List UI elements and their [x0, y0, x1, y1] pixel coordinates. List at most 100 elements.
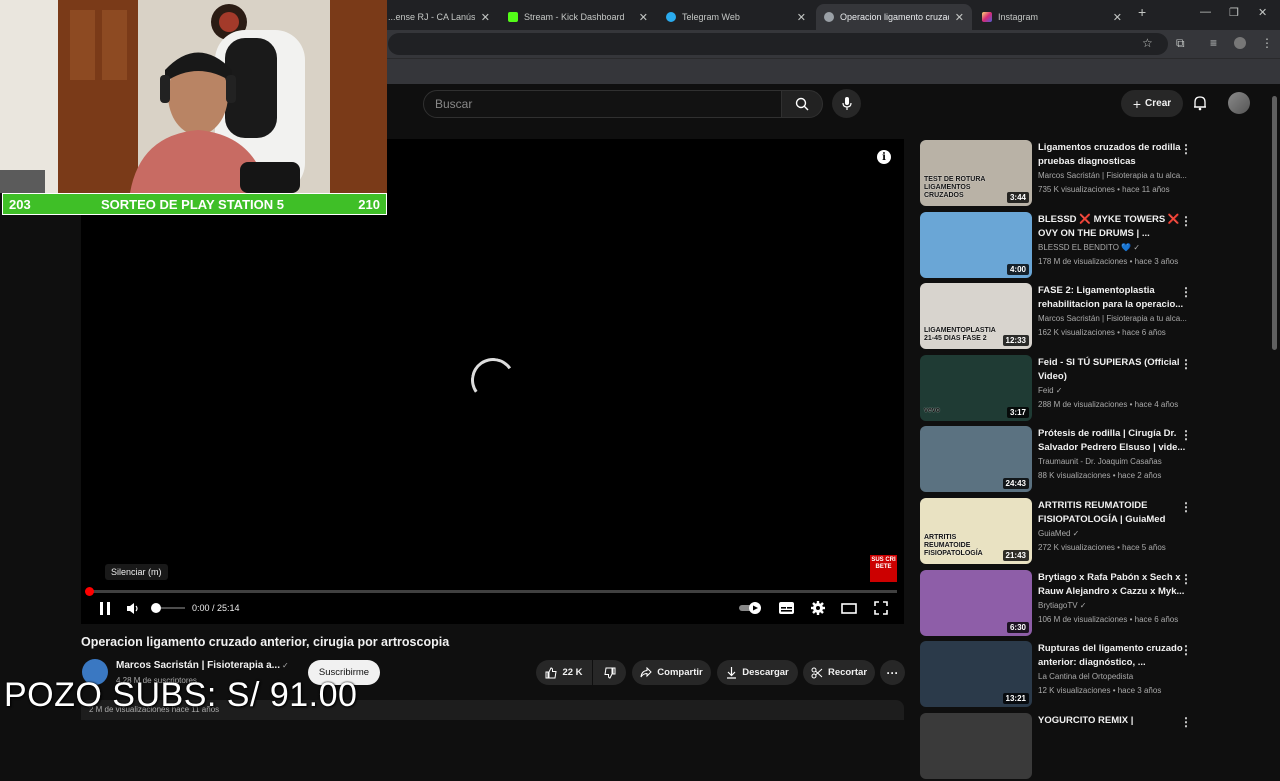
recommendation-channel[interactable]: Marcos Sacristán | Fisioterapia a tu alc… — [1038, 171, 1188, 180]
more-actions-button[interactable]: ··· — [880, 660, 905, 685]
share-button[interactable]: Compartir — [632, 660, 711, 685]
pause-button[interactable] — [96, 599, 114, 617]
raffle-left-number: 203 — [9, 196, 31, 212]
video-thumbnail[interactable]: 4:00 — [920, 212, 1032, 278]
media-controls-icon[interactable]: ≡ — [1210, 36, 1217, 50]
subtitles-button[interactable] — [777, 599, 795, 617]
page-scrollbar[interactable] — [1272, 96, 1277, 350]
recommendation-item[interactable]: 6:30 Brytiago x Rafa Pabón x Sech x Rauw … — [920, 570, 1270, 638]
account-avatar[interactable] — [1228, 92, 1250, 114]
volume-knob[interactable] — [151, 603, 161, 613]
address-bar[interactable] — [388, 33, 1168, 55]
more-vertical-icon[interactable]: ⋮ — [1180, 500, 1192, 514]
more-vertical-icon[interactable]: ⋮ — [1180, 142, 1192, 156]
new-tab-button[interactable]: + — [1138, 4, 1146, 20]
close-tab-icon[interactable]: ✕ — [797, 11, 806, 24]
recommendation-title[interactable]: Prótesis de rodilla | Cirugía Dr. Salvad… — [1038, 427, 1188, 455]
thumbnail-caption: TEST DE ROTURA LIGAMENTOS CRUZADOS — [924, 176, 986, 199]
close-tab-icon[interactable]: ✕ — [481, 11, 490, 24]
more-vertical-icon[interactable]: ⋮ — [1180, 572, 1192, 586]
channel-name[interactable]: Marcos Sacristán | Fisioterapia a... — [116, 660, 280, 671]
recommendation-title[interactable]: BLESSD ❌ MYKE TOWERS ❌ OVY ON THE DRUMS … — [1038, 213, 1188, 241]
recommendation-channel[interactable]: Marcos Sacristán | Fisioterapia a tu alc… — [1038, 314, 1188, 323]
clip-button[interactable]: Recortar — [803, 660, 875, 685]
fullscreen-button[interactable] — [872, 599, 890, 617]
recommendation-title[interactable]: Brytiago x Rafa Pabón x Sech x Rauw Alej… — [1038, 571, 1188, 599]
recommendation-title[interactable]: ARTRITIS REUMATOIDE FISIOPATOLOGÍA | Gui… — [1038, 499, 1188, 527]
progress-scrubber[interactable] — [85, 587, 94, 596]
recommendation-item[interactable]: ARTRITIS REUMATOIDE FISIOPATOLOGÍA 21:43 A… — [920, 498, 1270, 566]
bookmark-star-icon[interactable]: ☆ — [1142, 36, 1153, 50]
close-tab-icon[interactable]: ✕ — [1113, 11, 1122, 24]
close-tab-icon[interactable]: ✕ — [639, 11, 648, 24]
browser-tab[interactable]: ...ense RJ - CA Lanús Cuot ✕ — [380, 4, 498, 30]
video-duration: 6:30 — [1006, 622, 1029, 633]
settings-button[interactable] — [809, 599, 827, 617]
video-thumbnail[interactable]: vevo 3:17 — [920, 355, 1032, 421]
browser-menu-icon[interactable]: ⋮ — [1261, 36, 1273, 50]
profile-icon[interactable] — [1234, 37, 1246, 49]
close-tab-icon[interactable]: ✕ — [955, 11, 964, 24]
browser-tab[interactable]: Telegram Web ✕ — [658, 4, 814, 30]
recommendation-channel[interactable]: BLESSD EL BENDITO 💙 ✓ — [1038, 243, 1188, 252]
video-thumbnail[interactable]: 24:43 — [920, 426, 1032, 492]
video-thumbnail[interactable]: ARTRITIS REUMATOIDE FISIOPATOLOGÍA 21:43 — [920, 498, 1032, 564]
more-vertical-icon[interactable]: ⋮ — [1180, 428, 1192, 442]
more-vertical-icon[interactable]: ⋮ — [1180, 715, 1192, 729]
thumbnail-caption: vevo — [924, 407, 940, 414]
tab-label: Telegram Web — [682, 12, 740, 22]
browser-tab[interactable]: Stream - Kick Dashboard ✕ — [500, 4, 656, 30]
video-thumbnail[interactable] — [920, 713, 1032, 779]
dislike-button[interactable] — [593, 660, 626, 685]
video-thumbnail[interactable]: 13:21 — [920, 641, 1032, 707]
mute-tooltip: Silenciar (m) — [105, 564, 168, 580]
recommendation-title[interactable]: Rupturas del ligamento cruzado anterior:… — [1038, 642, 1188, 670]
voice-search-button[interactable] — [832, 89, 861, 118]
more-vertical-icon[interactable]: ⋮ — [1180, 214, 1192, 228]
progress-bar[interactable] — [88, 590, 897, 593]
extensions-icon[interactable]: ⧉ — [1176, 36, 1185, 51]
search-input[interactable]: Buscar — [423, 90, 782, 118]
video-thumbnail[interactable]: TEST DE ROTURA LIGAMENTOS CRUZADOS 3:44 — [920, 140, 1032, 206]
mute-button[interactable] — [126, 599, 142, 617]
recommendation-item[interactable]: 4:00 BLESSD ❌ MYKE TOWERS ❌ OVY ON THE DR… — [920, 212, 1270, 280]
more-vertical-icon[interactable]: ⋮ — [1180, 285, 1192, 299]
recommendation-meta: 106 M de visualizaciones • hace 6 años — [1038, 615, 1179, 624]
browser-tab-active[interactable]: Operacion ligamento cruzado a... ✕ — [816, 4, 972, 30]
subscribe-watermark[interactable]: SUS CRI BETE — [870, 555, 897, 582]
recommendation-channel[interactable]: Traumaunit - Dr. Joaquim Casañas — [1038, 457, 1188, 466]
recommendation-channel[interactable]: GuiaMed ✓ — [1038, 529, 1188, 538]
close-window-button[interactable]: ✕ — [1258, 6, 1267, 19]
recommendation-title[interactable]: YOGURCITO REMIX | — [1038, 714, 1188, 728]
recommendation-item[interactable]: TEST DE ROTURA LIGAMENTOS CRUZADOS 3:44 Li… — [920, 140, 1270, 208]
recommendation-item[interactable]: 13:21 Rupturas del ligamento cruzado ante… — [920, 641, 1270, 709]
recommendation-title[interactable]: Ligamentos cruzados de rodilla pruebas d… — [1038, 141, 1188, 169]
like-button[interactable]: 22 K — [536, 660, 592, 685]
minimize-button[interactable]: — — [1200, 6, 1211, 18]
browser-tab[interactable]: Instagram ✕ — [974, 4, 1130, 30]
theater-mode-button[interactable] — [840, 599, 858, 617]
notifications-bell-icon[interactable] — [1193, 95, 1207, 111]
recommendation-item[interactable]: 24:43 Prótesis de rodilla | Cirugía Dr. S… — [920, 426, 1270, 494]
download-button[interactable]: Descargar — [717, 660, 798, 685]
search-icon — [795, 97, 809, 111]
more-vertical-icon[interactable]: ⋮ — [1180, 357, 1192, 371]
create-button[interactable]: + Crear — [1121, 90, 1183, 117]
scissors-icon — [811, 667, 823, 678]
search-button[interactable] — [781, 90, 823, 118]
recommendation-item[interactable]: vevo 3:17 Feid - SI TÚ SUPIERAS (Official … — [920, 355, 1270, 423]
recommendation-item[interactable]: LIGAMENTOPLASTIA 21-45 DIAS FASE 2 12:33 F… — [920, 283, 1270, 351]
more-vertical-icon[interactable]: ⋮ — [1180, 643, 1192, 657]
video-thumbnail[interactable]: LIGAMENTOPLASTIA 21-45 DIAS FASE 2 12:33 — [920, 283, 1032, 349]
recommendation-title[interactable]: FASE 2: Ligamentoplastia rehabilitacion … — [1038, 284, 1188, 312]
restore-button[interactable]: ❐ — [1229, 6, 1239, 19]
recommendation-channel[interactable]: BrytiagoTV ✓ — [1038, 601, 1188, 610]
info-icon[interactable]: i — [877, 150, 891, 164]
video-thumbnail[interactable]: 6:30 — [920, 570, 1032, 636]
recommendation-title[interactable]: Feid - SI TÚ SUPIERAS (Official Video) — [1038, 356, 1188, 384]
recommendation-item[interactable]: YOGURCITO REMIX | ⋮ — [920, 713, 1270, 781]
recommendation-channel[interactable]: La Cantina del Ortopedista — [1038, 672, 1188, 681]
autoplay-toggle[interactable] — [738, 599, 764, 617]
recommendation-channel[interactable]: Feid ✓ — [1038, 386, 1188, 395]
like-count: 22 K — [562, 667, 583, 678]
